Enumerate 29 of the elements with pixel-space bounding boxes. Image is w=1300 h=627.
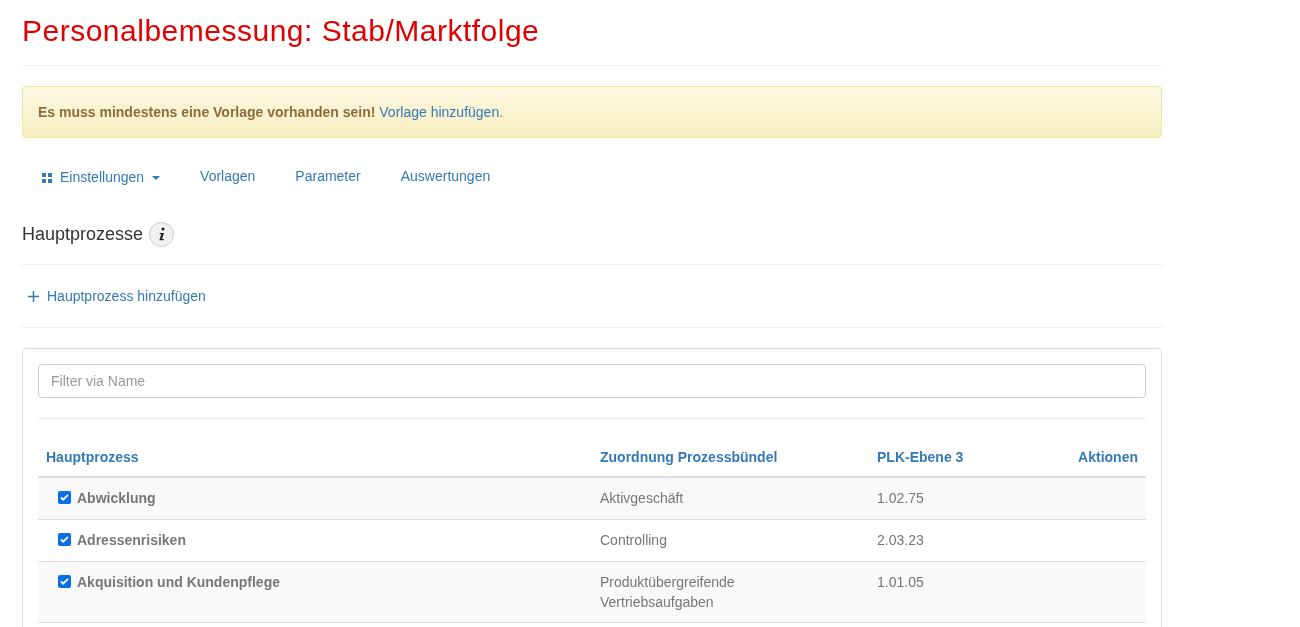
bundle-cell-text: Aktivgeschäft	[600, 489, 685, 508]
row-checkbox[interactable]	[58, 533, 71, 546]
bundle-cell-text: Controlling	[600, 531, 668, 550]
plus-icon	[28, 290, 39, 302]
section-heading: Hauptprozesse	[22, 222, 144, 246]
add-process-link[interactable]: Hauptprozess hinzufügen	[22, 265, 206, 327]
process-name: Akquisition und Kundenpflege	[77, 573, 280, 592]
plk-cell: 1.02.75	[877, 490, 924, 506]
column-header[interactable]: Zuordnung Prozessbündel	[600, 449, 778, 465]
process-name: Abwicklung	[77, 489, 156, 508]
row-checkbox[interactable]	[58, 575, 71, 588]
caret-icon	[152, 175, 161, 180]
process-name: Adressenrisiken	[77, 531, 186, 550]
filter-field[interactable]: Filter via Name	[38, 364, 1146, 398]
column-header[interactable]: Aktionen	[1078, 449, 1138, 465]
info-icon[interactable]	[149, 221, 175, 247]
grid-icon	[42, 172, 52, 183]
row-checkbox[interactable]	[58, 491, 71, 504]
column-header[interactable]: PLK-Ebene 3	[877, 449, 964, 465]
settings-dropdown[interactable]: Einstellungen	[22, 159, 181, 196]
alert-message: Es muss mindestens eine Vorlage vorhanden sein! Vorlage hinzufügen.	[38, 102, 504, 122]
plk-cell: 1.01.05	[877, 574, 924, 590]
bundle-cell-text: Produktübergreifende Vertriebsaufgaben	[600, 573, 736, 612]
nav-link[interactable]: Parameter	[275, 158, 381, 195]
column-header[interactable]: Hauptprozess	[46, 449, 139, 465]
nav-link[interactable]: Auswertungen	[380, 158, 511, 195]
plk-cell: 2.03.23	[877, 532, 924, 548]
page-title: Personalbemessung: Stab/Marktfolge	[22, 13, 541, 49]
nav-link[interactable]: Vorlagen	[180, 158, 276, 195]
